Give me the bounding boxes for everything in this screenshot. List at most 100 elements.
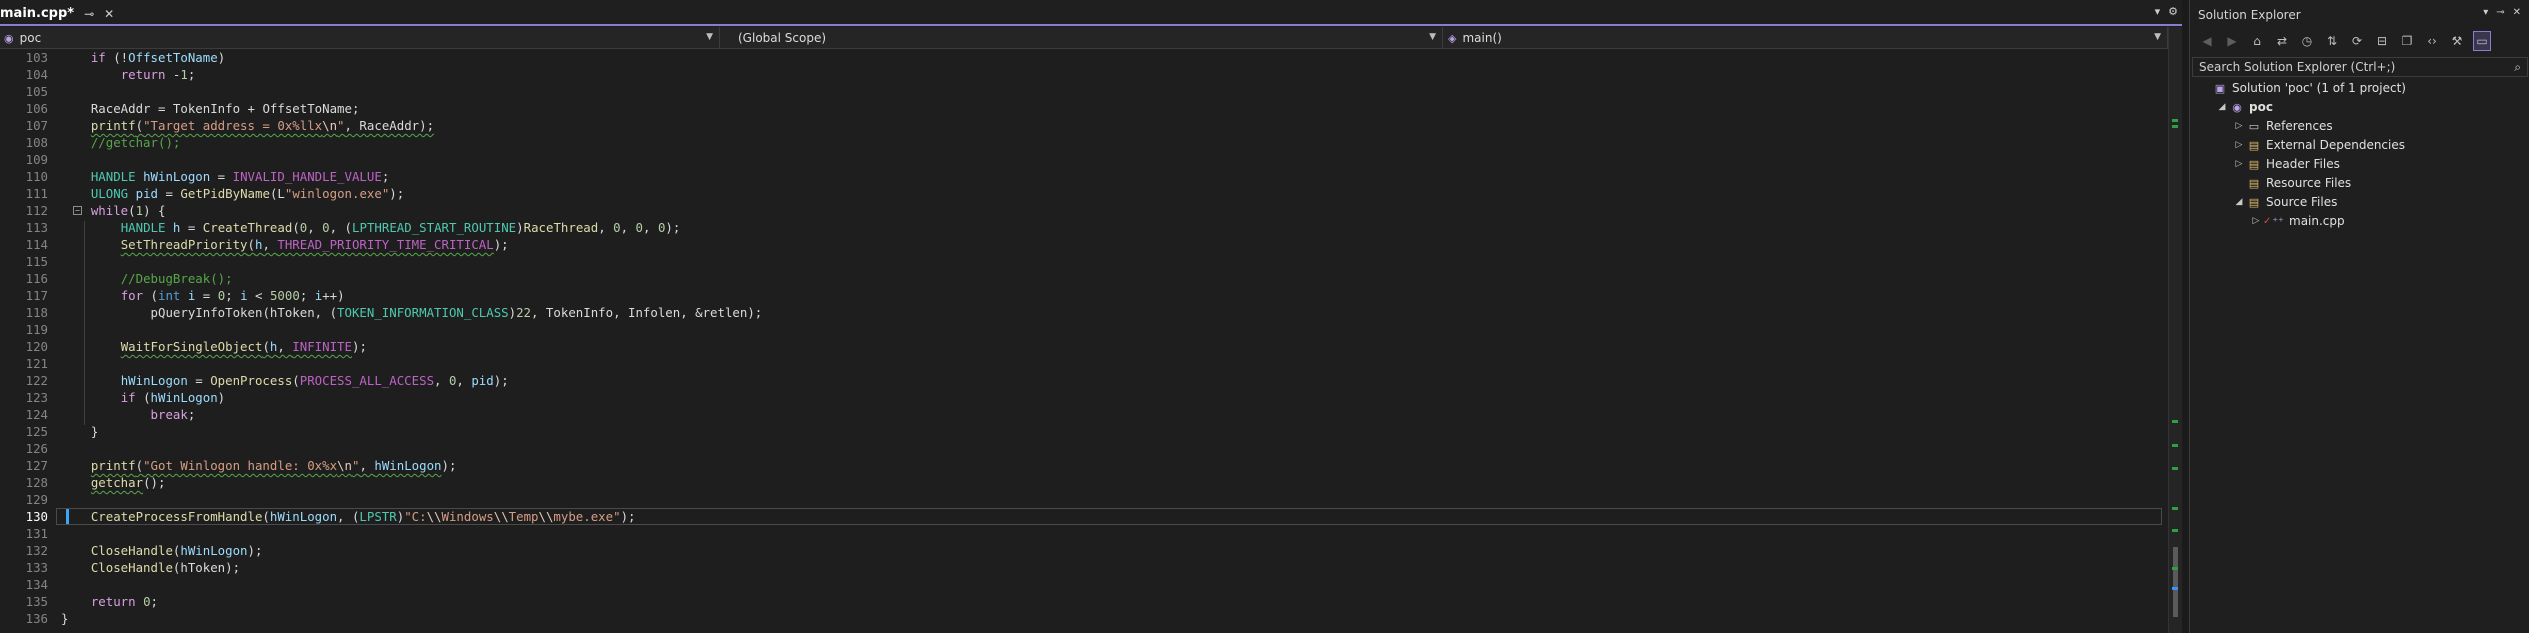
- code-line[interactable]: 118 pQueryInfoToken(hToken, (TOKEN_INFOR…: [0, 304, 2168, 321]
- code-line[interactable]: 133 CloseHandle(hToken);: [0, 559, 2168, 576]
- solution-tree: ▣ Solution 'poc' (1 of 1 project) ◢ ◉ poc ▷ ▭ R…: [2190, 79, 2529, 231]
- code-line[interactable]: 107 printf("Target address = 0x%llx\n", …: [0, 117, 2168, 134]
- code-line[interactable]: 106 RaceAddr = TokenInfo + OffsetToName;: [0, 100, 2168, 117]
- code-text: WaitForSingleObject(h, INFINITE);: [120, 339, 367, 354]
- settings-icon[interactable]: ⚙: [2168, 5, 2178, 18]
- sync-icon[interactable]: ⟳: [2348, 34, 2366, 48]
- search-icon[interactable]: ⌕: [2514, 58, 2521, 76]
- properties-icon[interactable]: ⚒: [2448, 34, 2466, 48]
- code-line[interactable]: 121: [0, 355, 2168, 372]
- code-line[interactable]: 131: [0, 525, 2168, 542]
- expanded-arrow-icon[interactable]: ◢: [2217, 98, 2227, 117]
- scrollbar-thumb[interactable]: [2173, 547, 2178, 617]
- collapse-all-icon[interactable]: ⊟: [2373, 34, 2391, 48]
- code-line[interactable]: 116 //DebugBreak();: [0, 270, 2168, 287]
- view-code-icon[interactable]: ‹›: [2423, 34, 2441, 48]
- expanded-arrow-icon[interactable]: ◢: [2234, 193, 2244, 212]
- code-line[interactable]: 136}: [0, 610, 2168, 627]
- code-line[interactable]: 113 HANDLE h = CreateThread(0, 0, (LPTHR…: [0, 219, 2168, 236]
- pane-splitter[interactable]: [2182, 0, 2189, 633]
- code-text: RaceAddr = TokenInfo + OffsetToName;: [90, 101, 360, 116]
- switch-views-icon[interactable]: ⇄: [2273, 34, 2291, 48]
- code-line[interactable]: 125 }: [0, 423, 2168, 440]
- code-line[interactable]: 128 getchar();: [0, 474, 2168, 491]
- search-placeholder: Search Solution Explorer (Ctrl+;): [2199, 60, 2396, 74]
- tree-item[interactable]: ▤ Resource Files: [2190, 174, 2529, 193]
- code-text: getchar();: [90, 475, 166, 490]
- code-text: SetThreadPriority(h, THREAD_PRIORITY_TIM…: [120, 237, 509, 252]
- tree-item[interactable]: ▷ ✓ ⁺⁺ main.cpp: [2190, 212, 2529, 231]
- code-line[interactable]: 103 if (!OffsetToName): [0, 49, 2168, 66]
- code-line[interactable]: 124 break;: [0, 406, 2168, 423]
- member-dropdown[interactable]: ◈ main() ▼: [1444, 27, 2168, 49]
- code-line[interactable]: 117 for (int i = 0; i < 5000; i++): [0, 287, 2168, 304]
- collapsed-arrow-icon[interactable]: ▷: [2251, 212, 2261, 231]
- code-line[interactable]: 123 if (hWinLogon): [0, 389, 2168, 406]
- history-icon[interactable]: ◷: [2298, 34, 2316, 48]
- collapsed-arrow-icon[interactable]: ▷: [2234, 136, 2244, 155]
- pending-changes-icon[interactable]: ⇅: [2323, 34, 2341, 48]
- tab-main-cpp[interactable]: main.cpp* ⊸ ✕: [0, 3, 120, 24]
- tree-item-label: Source Files: [2266, 195, 2338, 209]
- solution-explorer-title: Solution Explorer: [2198, 8, 2301, 22]
- code-line[interactable]: 122 hWinLogon = OpenProcess(PROCESS_ALL_…: [0, 372, 2168, 389]
- tree-item[interactable]: ▷ ▭ References: [2190, 117, 2529, 136]
- tree-item[interactable]: ▣ Solution 'poc' (1 of 1 project): [2190, 79, 2529, 98]
- code-line[interactable]: 127 printf("Got Winlogon handle: 0x%x\n"…: [0, 457, 2168, 474]
- dropdown-icon[interactable]: ▾: [2483, 7, 2488, 18]
- solution-explorer-search[interactable]: Search Solution Explorer (Ctrl+;) ⌕: [2192, 57, 2528, 77]
- change-marker: [2172, 507, 2178, 510]
- close-icon[interactable]: ✕: [104, 7, 114, 21]
- code-line[interactable]: 134: [0, 576, 2168, 593]
- home-icon[interactable]: ⌂: [2248, 34, 2266, 48]
- pin-icon[interactable]: ⊸: [2496, 7, 2504, 18]
- code-line[interactable]: 120 WaitForSingleObject(h, INFINITE);: [0, 338, 2168, 355]
- code-line[interactable]: 111 ULONG pid = GetPidByName(L"winlogon.…: [0, 185, 2168, 202]
- line-number: 111: [25, 186, 48, 201]
- forward-icon[interactable]: ▶: [2223, 34, 2241, 48]
- tree-item[interactable]: ▷ ▤ Header Files: [2190, 155, 2529, 174]
- tab-dropdown-icon[interactable]: ▾: [2155, 5, 2161, 18]
- collapsed-arrow-icon[interactable]: ▷: [2234, 155, 2244, 174]
- chevron-down-icon: ▼: [2154, 32, 2161, 42]
- code-line[interactable]: 132 CloseHandle(hWinLogon);: [0, 542, 2168, 559]
- document-tab-bar: main.cpp* ⊸ ✕ ▾ ⚙: [0, 0, 2182, 26]
- tree-item-label: Resource Files: [2266, 176, 2352, 190]
- tree-item[interactable]: ◢ ▤ Source Files: [2190, 193, 2529, 212]
- change-marker: [2172, 567, 2178, 570]
- code-line[interactable]: 110 HANDLE hWinLogon = INVALID_HANDLE_VA…: [0, 168, 2168, 185]
- line-number: 103: [25, 50, 48, 65]
- line-number: 132: [25, 543, 48, 558]
- code-line[interactable]: 129: [0, 491, 2168, 508]
- code-line[interactable]: 105: [0, 83, 2168, 100]
- solution-explorer-title-tools: ▾ ⊸ ✕: [2483, 7, 2521, 18]
- preview-selected-icon[interactable]: ▭: [2473, 31, 2491, 51]
- code-editor[interactable]: main.cpp* ⊸ ✕ ▾ ⚙ ◉ poc ▼ (Global Scope)…: [0, 0, 2182, 633]
- scope-dropdown[interactable]: (Global Scope) ▼: [725, 27, 1443, 49]
- pin-icon[interactable]: ⊸: [84, 7, 94, 21]
- tree-item[interactable]: ◢ ◉ poc: [2190, 98, 2529, 117]
- collapsed-arrow-icon[interactable]: ▷: [2234, 117, 2244, 136]
- line-number: 119: [25, 322, 48, 337]
- code-line[interactable]: 112− while(1) {: [0, 202, 2168, 219]
- code-line[interactable]: 114 SetThreadPriority(h, THREAD_PRIORITY…: [0, 236, 2168, 253]
- show-all-files-icon[interactable]: ❐: [2398, 34, 2416, 48]
- line-number: 108: [25, 135, 48, 150]
- tree-item[interactable]: ▷ ▤ External Dependencies: [2190, 136, 2529, 155]
- vertical-scrollbar[interactable]: [2168, 27, 2182, 633]
- code-line[interactable]: 109: [0, 151, 2168, 168]
- close-icon[interactable]: ✕: [2513, 7, 2521, 18]
- line-number: 115: [25, 254, 48, 269]
- code-line[interactable]: 104 return -1;: [0, 66, 2168, 83]
- code-area[interactable]: 103 if (!OffsetToName) 104 return -1; 105 1…: [0, 49, 2168, 633]
- scope-dropdown-value: (Global Scope): [738, 31, 827, 45]
- project-dropdown[interactable]: ◉ poc ▼: [0, 27, 720, 49]
- code-line[interactable]: 115: [0, 253, 2168, 270]
- code-line[interactable]: 130 CreateProcessFromHandle(hWinLogon, (…: [0, 508, 2168, 525]
- code-line[interactable]: 135 return 0;: [0, 593, 2168, 610]
- back-icon[interactable]: ◀: [2198, 34, 2216, 48]
- code-line[interactable]: 126: [0, 440, 2168, 457]
- code-line[interactable]: 119: [0, 321, 2168, 338]
- code-line[interactable]: 108 //getchar();: [0, 134, 2168, 151]
- code-text: }: [61, 611, 69, 626]
